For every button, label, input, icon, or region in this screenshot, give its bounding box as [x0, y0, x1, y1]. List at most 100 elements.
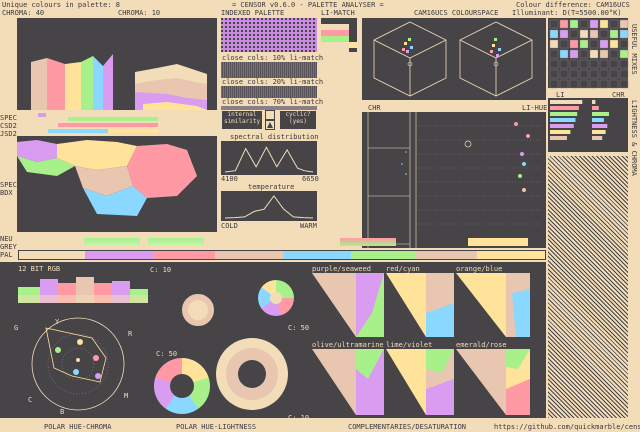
mix-swatch	[549, 39, 559, 49]
chroma-label-a: CHROMA: 40	[2, 9, 45, 17]
hatched-strip	[548, 156, 628, 418]
li-hue-panel	[362, 112, 546, 248]
complementary-emerald-rose	[456, 349, 530, 415]
mix-swatch	[549, 79, 559, 89]
lightness-bar	[550, 124, 574, 128]
12bit-rgb-svg	[18, 273, 148, 303]
axis-b-label: B	[60, 408, 65, 416]
lightness-bar	[550, 136, 567, 140]
axis-c-label: C	[28, 396, 33, 404]
colour-difference-label: Colour difference: CAM16UCS	[516, 1, 630, 9]
lime-violet-label: lime/violet	[386, 341, 433, 349]
mix-swatch	[569, 49, 579, 59]
csd2-label: CSD2	[0, 122, 17, 130]
close-cols-10-panel	[221, 62, 317, 78]
lightness-bar	[550, 106, 579, 110]
mix-swatch	[569, 39, 579, 49]
c10-label-b: C: 10	[288, 414, 310, 422]
hue-lightness-wheel-c50	[154, 358, 210, 414]
pal-label: PAL	[0, 251, 13, 259]
cam16-label: CAM16UCS COLOURSPACE	[414, 9, 499, 17]
mix-swatch	[549, 19, 559, 29]
hue-lightness-wheel-large	[216, 338, 288, 410]
mix-swatch	[579, 29, 589, 39]
mix-swatch	[619, 29, 629, 39]
mix-swatch	[609, 29, 619, 39]
mix-swatch	[579, 79, 589, 89]
temperature-label: temperature	[248, 183, 295, 191]
mix-swatch	[619, 19, 629, 29]
spectral-distribution-label: spectral distribution	[230, 133, 319, 141]
mix-swatch	[549, 29, 559, 39]
palette-grid-svg	[221, 18, 317, 52]
temperature-svg	[224, 195, 314, 219]
cam16-panel	[362, 18, 546, 100]
mix-swatch	[599, 19, 609, 29]
mix-swatch	[589, 29, 599, 39]
neutral-swatch	[148, 238, 204, 246]
mix-swatch	[559, 19, 569, 29]
hue-lightness-donut-small	[182, 294, 214, 326]
mix-swatch	[589, 69, 599, 79]
internal-similarity-checkbox[interactable]	[265, 110, 275, 120]
spectral-distribution-chart	[221, 141, 317, 175]
lightness-bar	[550, 100, 583, 104]
chroma-bar	[592, 136, 603, 140]
chr-label: CHR	[368, 104, 381, 112]
complementary-orange-blue	[456, 273, 530, 337]
mix-swatch	[569, 79, 579, 89]
mix-swatch	[559, 39, 569, 49]
mix-swatch	[619, 59, 629, 69]
mix-swatch	[559, 69, 569, 79]
neutral-swatch	[468, 238, 528, 246]
complementary-purple-seaweed	[312, 273, 384, 337]
axis-y-label: Y	[55, 318, 60, 326]
emerald-rose-label: emerald/rose	[456, 341, 507, 349]
indexed-palette-grid[interactable]	[221, 18, 317, 52]
chroma-label-b: CHROMA: 10	[118, 9, 161, 17]
up-arrow-icon[interactable]	[265, 120, 275, 130]
internal-similarity-label: internal similarity	[223, 111, 261, 125]
chroma-bar	[592, 130, 606, 134]
close-cols-70-label: close cols: 70% li-match	[222, 98, 324, 106]
mix-swatch	[569, 19, 579, 29]
cam16-cubes	[373, 21, 533, 97]
mix-swatch	[549, 49, 559, 59]
spec-bar	[38, 113, 46, 117]
red-cyan-label: red/cyan	[386, 265, 420, 273]
li-hue-plot	[367, 112, 542, 248]
polar-hue-lightness-label: POLAR HUE-LIGHTNESS	[176, 423, 257, 431]
lightness-bar	[550, 118, 576, 122]
mix-swatch	[579, 59, 589, 69]
internal-similarity-toggle[interactable]: internal similarity	[221, 110, 263, 130]
mix-swatch	[619, 69, 629, 79]
polar-hue-chroma-svg	[31, 317, 125, 411]
cyclic-label: cyclic?	[285, 111, 311, 118]
mix-swatch	[599, 59, 609, 69]
temperature-chart	[221, 191, 317, 221]
mix-swatch	[589, 59, 599, 69]
complementary-lime-violet	[386, 349, 454, 415]
close-cols-20-label: close cols: 20% li-match	[222, 78, 324, 86]
olive-ultramarine-label: olive/ultramarine	[312, 341, 384, 349]
close-cols-10-label: close cols: 10% li-match	[222, 54, 324, 62]
cyclic-toggle[interactable]: cyclic? (yes)	[279, 110, 317, 130]
mix-swatch	[549, 69, 559, 79]
lightness-bar	[550, 112, 578, 116]
indexed-palette-label: INDEXED PALETTE	[221, 9, 285, 17]
lightness-chroma-bars	[548, 98, 628, 152]
app-title: = CENSOR v0.6.0 - PALETTE ANALYSER =	[232, 1, 384, 9]
palette-strip[interactable]	[18, 250, 546, 260]
mix-swatch	[569, 29, 579, 39]
mix-swatch	[549, 59, 559, 69]
useful-mixes-svg	[549, 19, 629, 89]
li-hue-label: LI-HUE	[522, 104, 548, 112]
cyclic-value: (yes)	[288, 118, 308, 125]
github-link[interactable]: https://github.com/quickmarble/censor	[494, 423, 640, 431]
mix-swatch	[609, 19, 619, 29]
cold-label: COLD	[221, 222, 238, 230]
complementary-olive-ultramarine	[312, 349, 384, 415]
bdx-label: BDX	[0, 189, 13, 197]
mix-swatch	[609, 49, 619, 59]
illuminant-label: Illuminant: D(T=5500.00°K)	[512, 9, 622, 17]
